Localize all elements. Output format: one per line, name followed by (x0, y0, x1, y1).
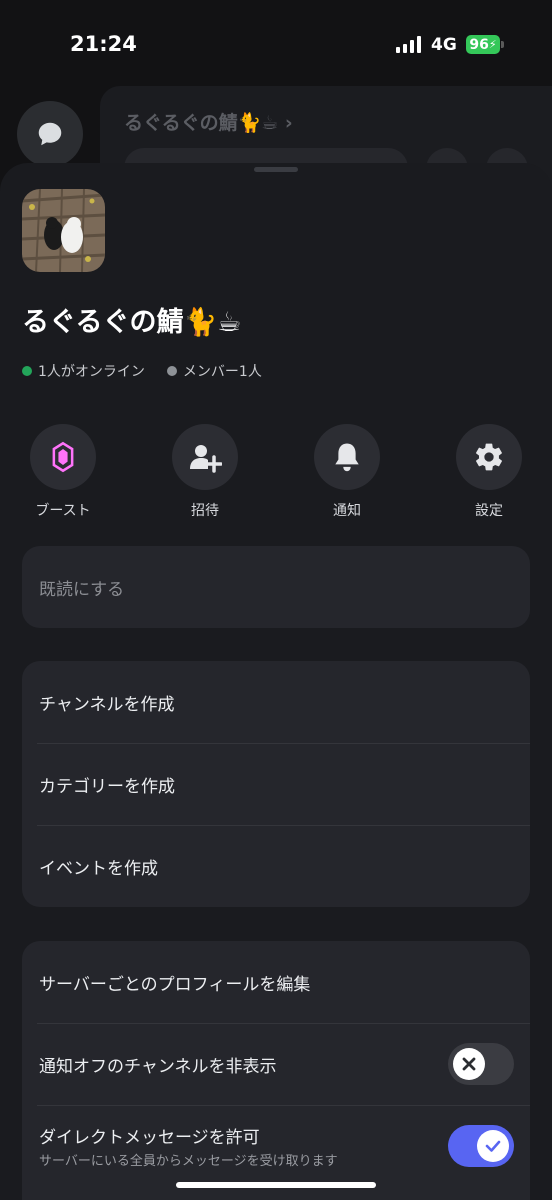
create-menu: チャンネルを作成 カテゴリーを作成 イベントを作成 (22, 661, 530, 907)
battery-level: 96 (469, 36, 489, 53)
mark-read-card: 既読にする (22, 546, 530, 628)
check-icon (485, 1140, 501, 1152)
allow-dm-toggle[interactable] (448, 1125, 514, 1167)
settings-menu: サーバーごとのプロフィールを編集 通知オフのチャンネルを非表示 ダイレクトメッセ… (22, 941, 530, 1200)
allow-dm-item: ダイレクトメッセージを許可 サーバーにいる全員からメッセージを受け取ります (22, 1105, 530, 1187)
create-channel-item[interactable]: チャンネルを作成 (22, 661, 530, 743)
server-avatar (22, 189, 105, 272)
network-type: 4G (431, 35, 457, 55)
signal-icon (396, 36, 421, 53)
gear-icon (476, 443, 502, 471)
create-event-label: イベントを作成 (39, 858, 158, 879)
create-event-item[interactable]: イベントを作成 (22, 825, 530, 907)
invite-button[interactable]: 招待 (172, 424, 238, 519)
edit-server-profile-label: サーバーごとのプロフィールを編集 (39, 974, 311, 995)
boost-button[interactable]: ブースト (30, 424, 96, 519)
boost-icon (52, 441, 74, 473)
hide-muted-toggle[interactable] (448, 1043, 514, 1085)
dm-button[interactable] (17, 101, 83, 167)
server-name: るぐるぐの鯖🐈☕ (22, 307, 242, 338)
status-time: 21:24 (70, 32, 137, 56)
notification-button[interactable]: 通知 (314, 424, 380, 519)
close-icon (462, 1057, 476, 1071)
invite-label: 招待 (191, 503, 219, 519)
settings-label: 設定 (475, 503, 503, 519)
create-category-item[interactable]: カテゴリーを作成 (22, 743, 530, 825)
mark-read-button[interactable]: 既読にする (22, 546, 530, 628)
sheet-grabber[interactable] (254, 167, 298, 172)
server-stats: 1人がオンライン メンバー1人 (22, 361, 262, 381)
create-category-label: カテゴリーを作成 (39, 776, 175, 797)
status-bar: 21:24 4G 96 ⚡ (0, 0, 552, 92)
invite-icon (190, 445, 222, 473)
create-channel-label: チャンネルを作成 (39, 694, 175, 715)
boost-label: ブースト (35, 503, 91, 519)
member-count: メンバー1人 (182, 364, 262, 380)
edit-server-profile-item[interactable]: サーバーごとのプロフィールを編集 (22, 941, 530, 1023)
home-indicator[interactable] (176, 1182, 376, 1188)
allow-dm-sublabel: サーバーにいる全員からメッセージを受け取ります (39, 1154, 338, 1169)
settings-button[interactable]: 設定 (456, 424, 522, 519)
allow-dm-label: ダイレクトメッセージを許可 (39, 1128, 260, 1148)
battery-icon: 96 ⚡ (466, 35, 500, 54)
online-count: 1人がオンライン (38, 364, 145, 380)
mark-read-label: 既読にする (39, 579, 125, 600)
bell-icon (335, 443, 359, 472)
hide-muted-channels-item: 通知オフのチャンネルを非表示 (22, 1023, 530, 1105)
online-dot-icon (22, 366, 32, 376)
member-dot-icon (166, 366, 177, 376)
hide-muted-channels-label: 通知オフのチャンネルを非表示 (39, 1056, 277, 1077)
chat-bubble-icon (38, 122, 62, 146)
channel-panel-title: るぐるぐの鯖🐈☕ › (124, 112, 293, 134)
notification-label: 通知 (333, 503, 361, 519)
